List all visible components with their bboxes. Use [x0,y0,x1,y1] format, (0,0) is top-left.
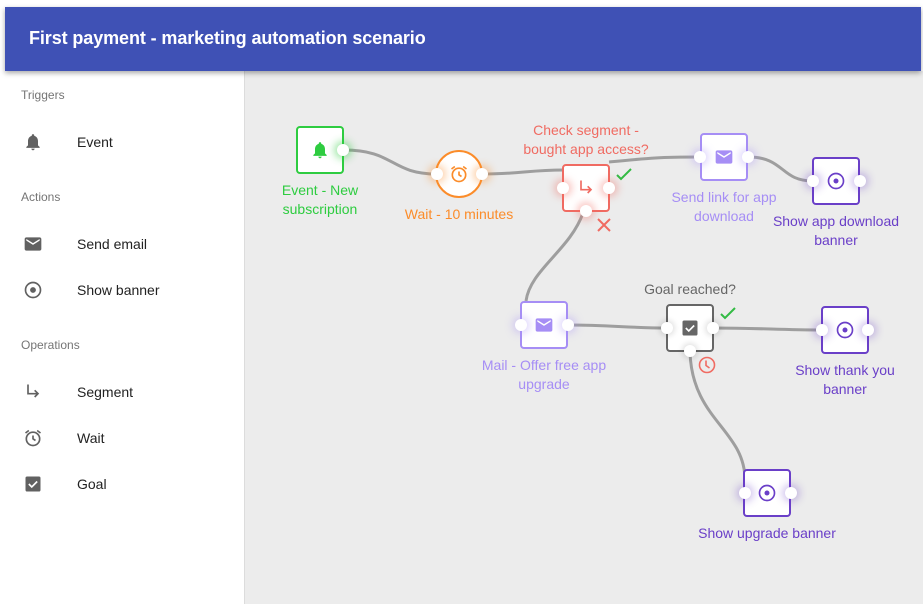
edge-wait-segment[interactable] [481,168,564,176]
label-line: Event - New [281,182,359,198]
label-line: subscription [282,201,358,217]
node-label-goal: Goal reached? [630,280,750,299]
label-line: Send link for app [671,189,777,205]
node-label-segment: Check segment - bought app access? [516,121,656,159]
palette-item-label: Show banner [77,282,160,298]
mail-icon [24,237,42,251]
edge-event-wait[interactable] [343,148,438,176]
radio-target-icon [24,281,42,299]
radio-target-icon [836,321,854,339]
page-title: First payment - marketing automation sce… [29,28,426,48]
palette-item-segment[interactable]: Segment [5,372,244,412]
clock-timeout-icon [698,356,716,374]
palette-item-label: Send email [77,236,148,252]
section-label-triggers: Triggers [21,88,65,102]
input-port[interactable] [816,324,828,336]
node-send-link[interactable] [700,133,748,181]
palette-item-show-banner[interactable]: Show banner [5,270,244,310]
output-port[interactable] [862,324,874,336]
label-line: Show thank you [795,362,895,378]
section-label-actions: Actions [21,190,61,204]
edge-segment-mailoffer[interactable] [524,212,585,302]
check-yes-icon [720,307,736,320]
input-port[interactable] [661,322,673,334]
edge-goal-thankyou[interactable] [712,326,823,332]
label-line: Show app download [772,213,900,229]
checkbox-icon [682,320,698,336]
palette-item-wait[interactable]: Wait [5,418,244,458]
palette-item-label: Segment [77,384,134,400]
output-port-no[interactable] [580,205,592,217]
palette-item-event[interactable]: Event [5,122,244,162]
subdirectory-arrow-icon [27,384,40,398]
output-port[interactable] [742,151,754,163]
output-port[interactable] [562,319,574,331]
input-port[interactable] [515,319,527,331]
app-header: First payment - marketing automation sce… [5,7,921,71]
mail-icon [535,318,553,332]
label-line: bought app access? [523,141,649,157]
output-port[interactable] [785,487,797,499]
label-line: banner [823,381,867,397]
node-mail-offer[interactable] [520,301,568,349]
palette-sidebar: Triggers Event Actions Send email Show b… [5,71,245,604]
output-port-yes[interactable] [707,322,719,334]
mail-icon [715,150,733,164]
node-label-wait: Wait - 10 minutes [394,205,524,224]
label-line: Show upgrade banner [698,525,836,541]
alarm-clock-icon [25,429,41,447]
input-port[interactable] [694,151,706,163]
label-line: Check segment - [533,122,639,138]
palette-item-label: Event [77,134,113,150]
output-port-yes[interactable] [603,182,615,194]
input-port[interactable] [557,182,569,194]
node-label-show-upgrade-banner: Show upgrade banner [687,524,847,543]
palette-item-goal[interactable]: Goal [5,464,244,504]
input-port[interactable] [807,175,819,187]
section-label-operations: Operations [21,338,80,352]
node-show-app-download-banner[interactable] [812,157,860,205]
label-line: Mail - Offer free app [481,357,607,373]
label-line: Goal reached? [644,281,736,297]
check-yes-icon [616,168,632,181]
input-port[interactable] [431,168,443,180]
node-label-event: Event - New subscription [270,181,370,219]
bell-icon [313,142,327,159]
palette-item-label: Goal [77,476,107,492]
label-line: upgrade [518,376,570,392]
output-port[interactable] [854,175,866,187]
radio-target-icon [827,172,845,190]
input-port[interactable] [739,487,751,499]
palette-item-label: Wait [77,430,105,446]
output-port-timeout[interactable] [684,345,696,357]
label-line: Wait - 10 minutes [404,206,514,222]
output-port[interactable] [337,144,349,156]
radio-target-icon [758,484,776,502]
output-port[interactable] [476,168,488,180]
palette-item-send-email[interactable]: Send email [5,224,244,264]
edge-sendlink-appbanner[interactable] [747,155,814,183]
alarm-clock-icon [451,165,467,183]
label-line: banner [814,232,858,248]
cross-no-icon [597,218,611,232]
subdirectory-arrow-icon [580,180,593,194]
node-label-show-app-download-banner: Show app download banner [766,212,906,250]
edge-mailoffer-goal[interactable] [567,323,668,330]
node-label-mail-offer: Mail - Offer free app upgrade [469,356,619,394]
bell-icon [26,134,40,151]
node-label-show-thank-you-banner: Show thank you banner [780,361,910,399]
checkbox-icon [25,476,41,492]
